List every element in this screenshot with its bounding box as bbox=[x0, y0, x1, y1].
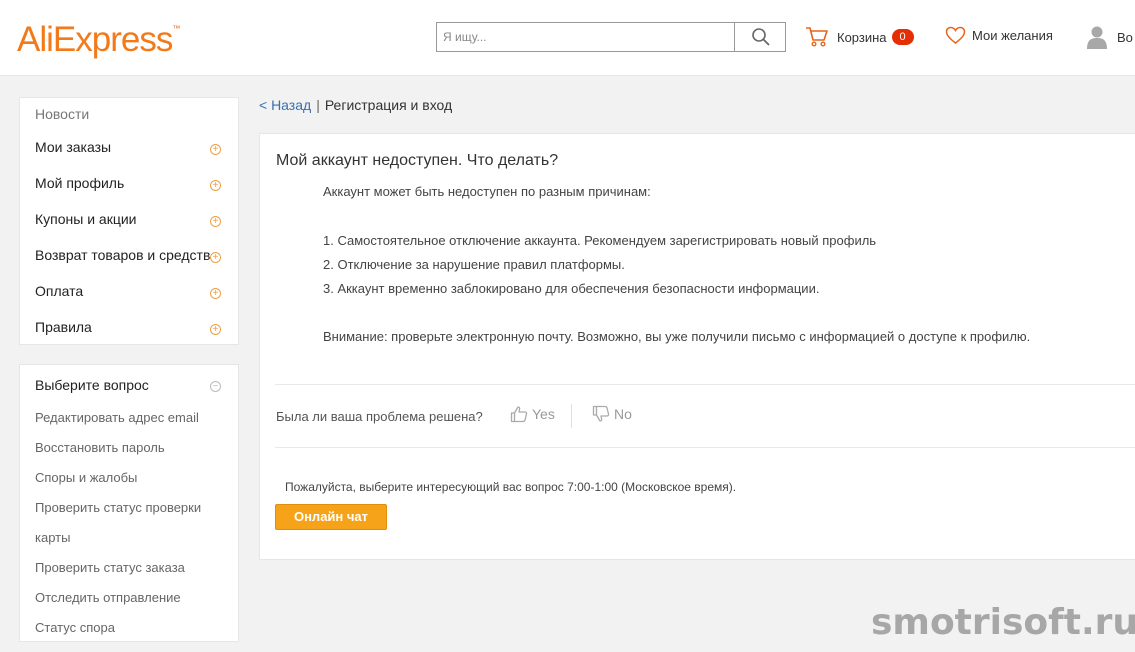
sidebar-item-returns[interactable]: Возврат товаров и средств bbox=[35, 247, 225, 267]
cart-label: Корзина bbox=[837, 29, 887, 45]
article-list-item: 1. Самостоятельное отключение аккаунта. … bbox=[323, 233, 877, 248]
vote-separator bbox=[571, 404, 572, 428]
question-link[interactable]: Статус спора bbox=[35, 613, 115, 643]
cart-icon bbox=[806, 27, 828, 47]
thumbs-up-icon bbox=[510, 406, 528, 423]
search-input[interactable] bbox=[437, 23, 735, 51]
expand-plus-icon[interactable]: + bbox=[210, 216, 221, 227]
article-list-item: 2. Отключение за нарушение правил платфо… bbox=[323, 257, 625, 272]
user-avatar-icon bbox=[1087, 26, 1107, 49]
vote-no-label: No bbox=[614, 406, 632, 422]
divider bbox=[275, 384, 1135, 385]
sidebar-item-payment[interactable]: Оплата bbox=[35, 283, 225, 303]
vote-yes-label: Yes bbox=[532, 406, 555, 422]
wishlist-link[interactable]: Мои желания bbox=[945, 26, 1053, 45]
top-header: AliExpress™ Корзина 0 Мои желания Во bbox=[0, 0, 1135, 76]
article-paragraph: Аккаунт может быть недоступен по разным … bbox=[323, 184, 651, 199]
article-title: Мой аккаунт недоступен. Что делать? bbox=[276, 152, 559, 169]
sidebar-item-news[interactable]: Новости bbox=[35, 106, 89, 122]
vote-yes-button[interactable]: Yes bbox=[510, 405, 555, 423]
collapse-minus-icon[interactable]: − bbox=[210, 381, 221, 392]
thumbs-down-icon bbox=[592, 405, 610, 422]
expand-plus-icon[interactable]: + bbox=[210, 144, 221, 155]
question-link[interactable]: Споры и жалобы bbox=[35, 463, 137, 493]
user-account-link[interactable]: Во bbox=[1087, 25, 1133, 49]
expand-plus-icon[interactable]: + bbox=[210, 288, 221, 299]
breadcrumb-separator: | bbox=[316, 97, 320, 113]
question-link[interactable]: Проверить статус заказа bbox=[35, 553, 185, 583]
cart-link[interactable]: Корзина 0 bbox=[805, 26, 914, 48]
back-link[interactable]: < Назад bbox=[259, 97, 311, 113]
sidebar-item-rules[interactable]: Правила bbox=[35, 319, 225, 339]
sidebar-item-coupons[interactable]: Купоны и акции bbox=[35, 211, 225, 231]
questions-panel: Выберите вопрос − Редактировать адрес em… bbox=[19, 364, 239, 642]
breadcrumb: < Назад | Регистрация и вход bbox=[259, 97, 452, 113]
online-chat-button[interactable]: Онлайн чат bbox=[275, 504, 387, 530]
sidebar-item-profile[interactable]: Мой профиль bbox=[35, 175, 225, 195]
article-warning: Внимание: проверьте электронную почту. В… bbox=[323, 329, 1031, 344]
wishlist-label: Мои желания bbox=[972, 28, 1053, 43]
question-link[interactable]: Отследить отправление bbox=[35, 583, 181, 613]
expand-plus-icon[interactable]: + bbox=[210, 324, 221, 335]
helpful-question: Была ли ваша проблема решена? bbox=[276, 409, 483, 424]
cart-count-badge: 0 bbox=[891, 29, 914, 45]
question-link[interactable]: Проверить статус проверки bbox=[35, 493, 201, 523]
search-icon bbox=[751, 28, 770, 46]
question-link-continued[interactable]: карты bbox=[35, 523, 70, 553]
expand-plus-icon[interactable]: + bbox=[210, 252, 221, 263]
user-label: Во bbox=[1117, 29, 1133, 45]
expand-plus-icon[interactable]: + bbox=[210, 180, 221, 191]
aliexpress-logo[interactable]: AliExpress™ bbox=[17, 20, 180, 60]
search-button[interactable] bbox=[736, 23, 785, 51]
divider bbox=[275, 447, 1135, 448]
question-link[interactable]: Редактировать адрес email bbox=[35, 403, 199, 433]
article-card: Мой аккаунт недоступен. Что делать? Акка… bbox=[259, 133, 1135, 560]
search-bar bbox=[436, 22, 786, 52]
sidebar-item-orders[interactable]: Мои заказы bbox=[35, 139, 225, 159]
watermark: smotrisoft.ru bbox=[871, 602, 1135, 643]
support-hours-note: Пожалуйста, выберите интересующий вас во… bbox=[285, 480, 737, 494]
article-list-item: 3. Аккаунт временно заблокировано для об… bbox=[323, 281, 820, 296]
questions-title: Выберите вопрос bbox=[35, 377, 149, 393]
sidebar-menu: Новости Мои заказы + Мой профиль + Купон… bbox=[19, 97, 239, 345]
question-link[interactable]: Восстановить пароль bbox=[35, 433, 165, 463]
breadcrumb-current: Регистрация и вход bbox=[324, 97, 453, 113]
vote-no-button[interactable]: No bbox=[592, 405, 632, 423]
heart-icon bbox=[945, 26, 966, 44]
